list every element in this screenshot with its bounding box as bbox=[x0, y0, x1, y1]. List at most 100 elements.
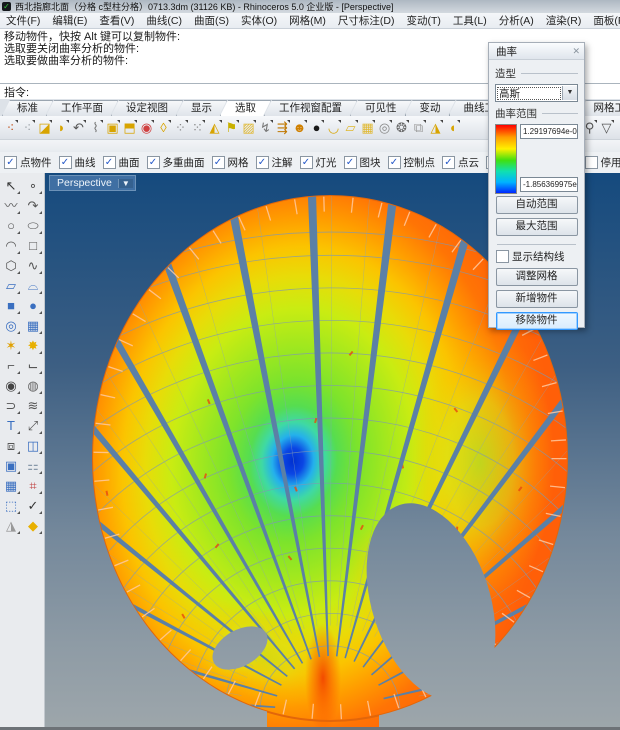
circle-icon[interactable]: ○ bbox=[0, 216, 22, 236]
cone-icon[interactable]: ◮ bbox=[0, 516, 22, 536]
select-hatch-icon[interactable]: ▨ bbox=[240, 118, 257, 138]
menu-item[interactable]: 分析(A) bbox=[493, 13, 540, 28]
extract-surface-icon[interactable]: ✸ bbox=[22, 336, 44, 356]
filter-point-clouds[interactable]: ✓点云 bbox=[442, 155, 479, 170]
select-grid-icon[interactable]: ▦ bbox=[359, 118, 376, 138]
select-plane-icon[interactable]: ▱ bbox=[342, 118, 359, 138]
tab-标准[interactable]: 标准 bbox=[2, 100, 53, 116]
filter-lights[interactable]: ✓灯光 bbox=[300, 155, 337, 170]
adjust-mesh-button[interactable]: 调整网格 bbox=[496, 268, 578, 286]
block-edit-icon[interactable]: ◫ bbox=[22, 436, 44, 456]
remove-objects-button[interactable]: 移除物件 bbox=[496, 312, 578, 330]
menu-item[interactable]: 实体(O) bbox=[235, 13, 283, 28]
filter-surfaces[interactable]: ✓曲面 bbox=[103, 155, 140, 170]
menu-item[interactable]: 网格(M) bbox=[283, 13, 332, 28]
add-objects-button[interactable]: 新增物件 bbox=[496, 290, 578, 308]
panel-close-icon[interactable]: ✕ bbox=[572, 46, 580, 57]
text-icon[interactable]: T bbox=[0, 416, 22, 436]
select-link-icon[interactable]: ⧉ bbox=[410, 118, 427, 138]
menu-item[interactable]: 面板(P) bbox=[587, 13, 620, 28]
rectangle-icon[interactable]: □ bbox=[22, 236, 44, 256]
filter-curves[interactable]: ✓曲线 bbox=[59, 155, 96, 170]
tab-可见性[interactable]: 可见性 bbox=[350, 100, 412, 116]
blend-curve-icon[interactable]: ≋ bbox=[22, 396, 44, 416]
selection-filter-icon[interactable]: ▽ bbox=[598, 118, 615, 138]
menu-item[interactable]: 查看(V) bbox=[93, 13, 140, 28]
select-points-icon[interactable]: ⁖ bbox=[2, 118, 19, 138]
menu-item[interactable]: 尺寸标注(D) bbox=[332, 13, 401, 28]
filter-points[interactable]: ✓点物件 bbox=[4, 155, 52, 170]
pointer-arrow-icon[interactable]: ↖ bbox=[0, 176, 22, 196]
max-range-button[interactable]: 最大范围 bbox=[496, 218, 578, 236]
polygon-icon[interactable]: ⬡ bbox=[0, 256, 22, 276]
lights-icon[interactable]: ⚏ bbox=[22, 456, 44, 476]
select-area-icon[interactable]: ◪ bbox=[36, 118, 53, 138]
select-more-icon[interactable]: ◖ bbox=[444, 118, 461, 138]
panel-surface-icon[interactable]: ▦ bbox=[22, 316, 44, 336]
chamfer-icon[interactable]: ⌙ bbox=[22, 356, 44, 376]
dimension-icon[interactable]: ⤢ bbox=[22, 416, 44, 436]
select-box-icon[interactable]: ⬒ bbox=[121, 118, 138, 138]
menu-item[interactable]: 文件(F) bbox=[0, 13, 46, 28]
menu-item[interactable]: 编辑(E) bbox=[46, 13, 93, 28]
helix-icon[interactable]: ∿ bbox=[22, 256, 44, 276]
filter-control-points[interactable]: ✓控制点 bbox=[388, 155, 436, 170]
select-cone-icon[interactable]: ◮ bbox=[427, 118, 444, 138]
solid-tools-icon[interactable]: ▣ bbox=[0, 456, 22, 476]
select-volume-icon[interactable]: ◗ bbox=[53, 118, 70, 138]
curvature-min-input[interactable]: -1.856369975e bbox=[520, 177, 578, 192]
tab-工作视窗配置[interactable]: 工作视窗配置 bbox=[264, 100, 357, 116]
surface-3pt-icon[interactable]: ▱ bbox=[0, 276, 22, 296]
select-control-points-icon[interactable]: ⇶ bbox=[274, 118, 291, 138]
select-by-color-icon[interactable]: ◉ bbox=[138, 118, 155, 138]
curve-interpolate-icon[interactable]: 〰 bbox=[0, 196, 22, 216]
array-vertical-icon[interactable]: ⌗ bbox=[22, 476, 44, 496]
block-icon[interactable]: ⧈ bbox=[0, 436, 22, 456]
show-isocurves-checkbox[interactable]: 显示结构线 bbox=[496, 249, 578, 264]
select-chain-icon[interactable]: ⌇ bbox=[87, 118, 104, 138]
boolean-union-icon[interactable]: ◉ bbox=[0, 376, 22, 396]
curvature-max-input[interactable]: 1.29197694e-0 bbox=[520, 124, 578, 139]
style-dropdown[interactable]: 高斯 ▼ bbox=[495, 84, 578, 102]
select-wheel-icon[interactable]: ❂ bbox=[393, 118, 410, 138]
undo-selection-icon[interactable]: ↶ bbox=[70, 118, 87, 138]
sphere-icon[interactable]: ● bbox=[22, 296, 44, 316]
pyramid-icon[interactable]: ◆ bbox=[22, 516, 44, 536]
select-sphere-icon[interactable]: ● bbox=[308, 118, 325, 138]
menu-item[interactable]: 曲线(C) bbox=[140, 13, 188, 28]
select-open-surface-icon[interactable]: ◡ bbox=[325, 118, 342, 138]
tab-工作平面[interactable]: 工作平面 bbox=[46, 100, 118, 116]
tab-设定视图[interactable]: 设定视图 bbox=[111, 100, 183, 116]
tab-选取[interactable]: 选取 bbox=[220, 100, 271, 116]
menu-item[interactable]: 渲染(R) bbox=[540, 13, 588, 28]
deselect-points-icon[interactable]: ⁖ bbox=[19, 118, 36, 138]
filter-blocks[interactable]: ✓图块 bbox=[344, 155, 381, 170]
offset-curve-icon[interactable]: ⊃ bbox=[0, 396, 22, 416]
explode-icon[interactable]: ✶ bbox=[0, 336, 22, 356]
filter-polysurfaces[interactable]: ✓多重曲面 bbox=[147, 155, 205, 170]
ellipse-icon[interactable]: ⬭ bbox=[22, 216, 44, 236]
check-selection-icon[interactable]: ✓ bbox=[22, 496, 44, 516]
tab-变动[interactable]: 变动 bbox=[405, 100, 456, 116]
fillet-icon[interactable]: ⌐ bbox=[0, 356, 22, 376]
viewport-tab-perspective[interactable]: Perspective ▼ bbox=[49, 175, 136, 191]
menu-item[interactable]: 变动(T) bbox=[401, 13, 447, 28]
control-point-curve-icon[interactable]: ↷ bbox=[22, 196, 44, 216]
dropdown-arrow-icon[interactable]: ▼ bbox=[562, 86, 577, 100]
select-mesh-icon[interactable]: ◭ bbox=[206, 118, 223, 138]
auto-range-button[interactable]: 自动范围 bbox=[496, 196, 578, 214]
single-point-icon[interactable]: ∘ bbox=[22, 176, 44, 196]
group-icon[interactable]: ⬚ bbox=[0, 496, 22, 516]
select-spiral-icon[interactable]: ◎ bbox=[376, 118, 393, 138]
select-dots-icon[interactable]: ⁙ bbox=[189, 118, 206, 138]
select-person-icon[interactable]: ☻ bbox=[291, 118, 308, 138]
surface-curved-icon[interactable]: ⌓ bbox=[22, 276, 44, 296]
tab-显示[interactable]: 显示 bbox=[176, 100, 227, 116]
select-flag-icon[interactable]: ⚑ bbox=[223, 118, 240, 138]
menu-item[interactable]: 曲面(S) bbox=[188, 13, 235, 28]
select-by-id-icon[interactable]: ▣ bbox=[104, 118, 121, 138]
array-grid-icon[interactable]: ▦ bbox=[0, 476, 22, 496]
filter-disable[interactable]: 停用 bbox=[585, 155, 620, 170]
filter-meshes[interactable]: ✓网格 bbox=[212, 155, 249, 170]
select-point-grid-icon[interactable]: ⁘ bbox=[172, 118, 189, 138]
